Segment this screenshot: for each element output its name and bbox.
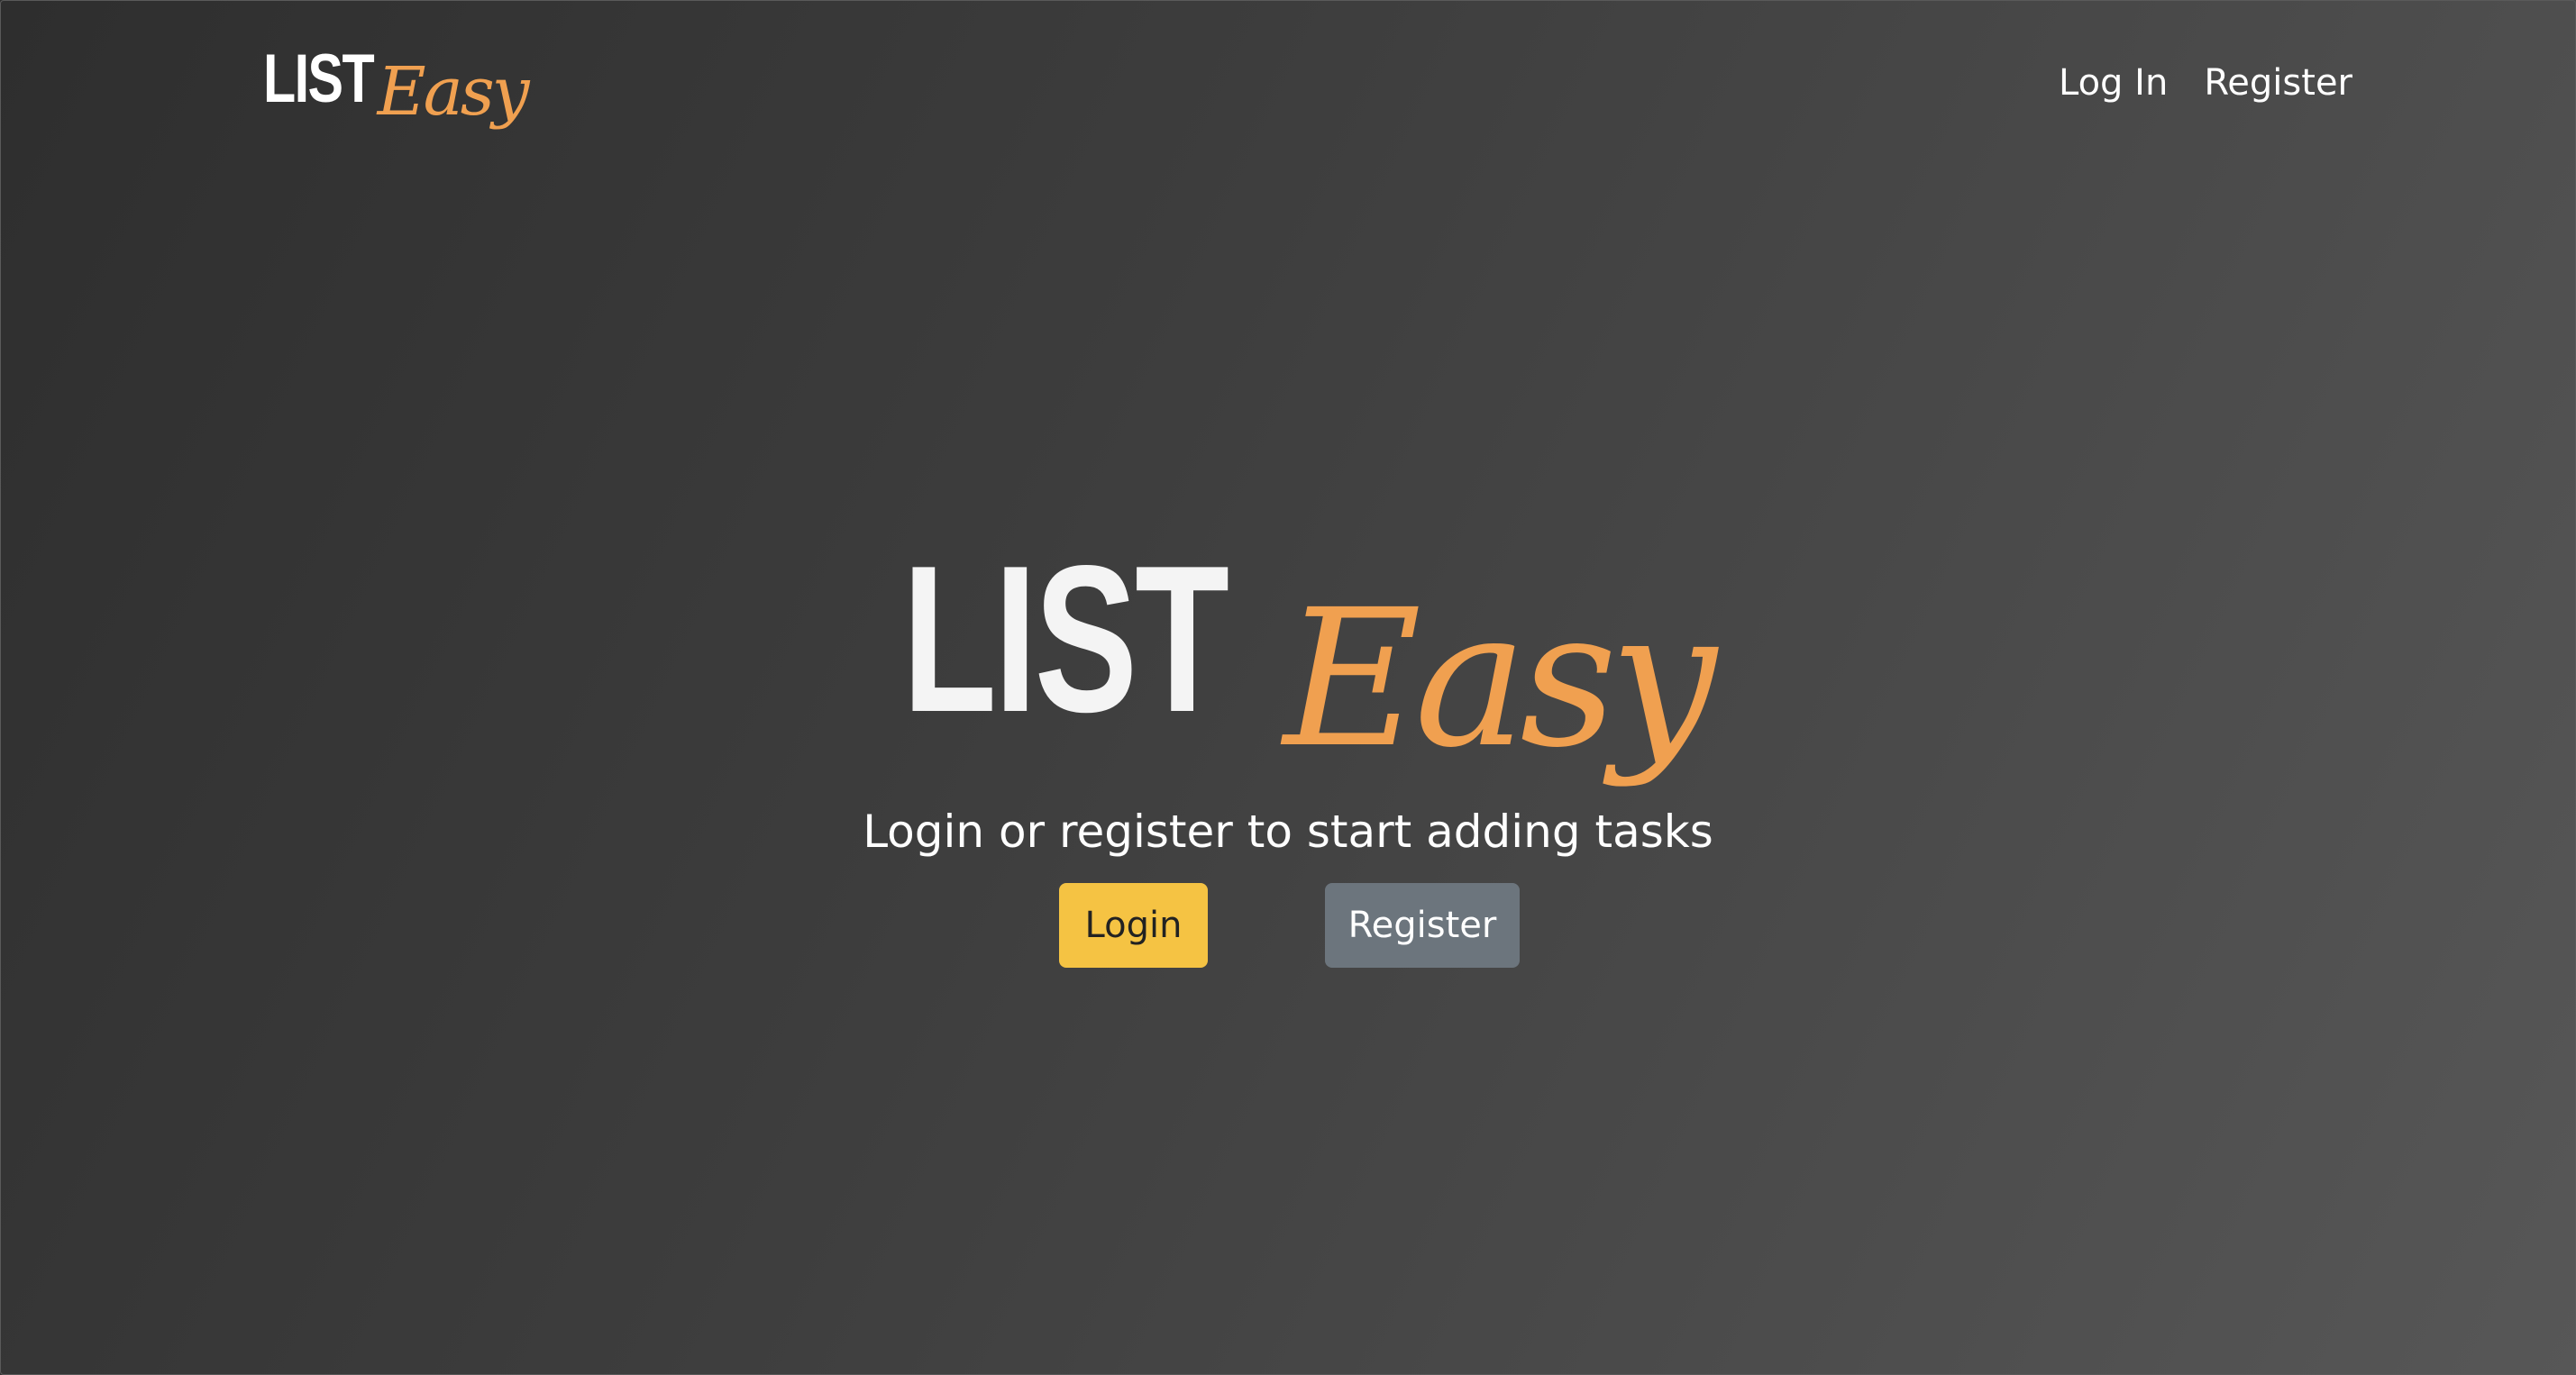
- nav-logo-easy-text: Easy: [377, 53, 530, 131]
- hero-logo-list-text: LIST: [902, 523, 1229, 756]
- nav-login-link[interactable]: Log In: [2059, 56, 2168, 110]
- login-button[interactable]: Login: [1059, 883, 1208, 968]
- hero-tagline: Login or register to start adding tasks: [863, 806, 1713, 858]
- hero-logo-easy-text: Easy: [1283, 569, 1717, 789]
- top-navigation: Log In Register: [2059, 56, 2352, 110]
- nav-register-link[interactable]: Register: [2204, 56, 2352, 110]
- hero-section: LIST Easy Login or register to start add…: [0, 532, 2576, 863]
- nav-logo[interactable]: LIST Easy: [263, 41, 530, 142]
- hero-button-group: Login Register: [0, 883, 2576, 970]
- register-button[interactable]: Register: [1325, 883, 1520, 968]
- hero-logo: LIST Easy: [902, 523, 1717, 802]
- nav-logo-list-text: LIST: [263, 41, 375, 117]
